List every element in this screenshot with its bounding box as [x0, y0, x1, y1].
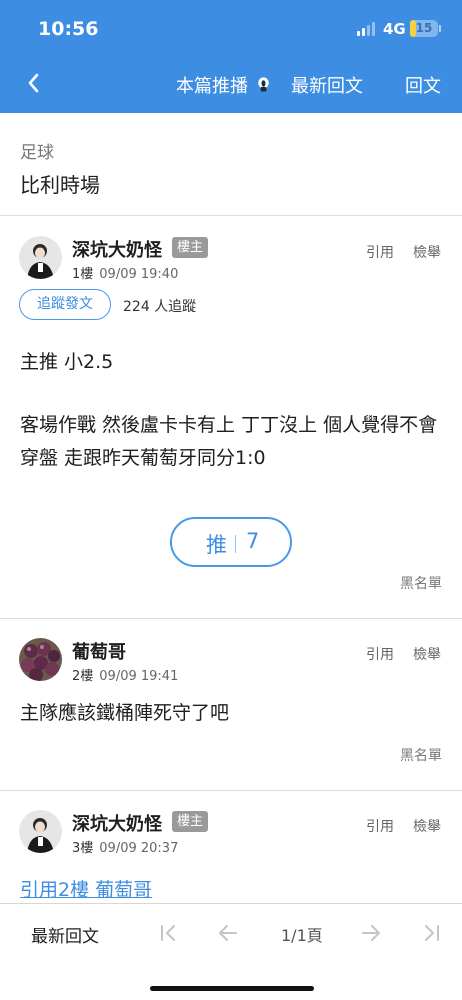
report-button[interactable]: 檢舉	[413, 816, 441, 836]
post-body-line1: 主推 小2.5	[20, 351, 114, 373]
last-page-icon[interactable]	[418, 921, 444, 945]
quote-button[interactable]: 引用	[366, 816, 394, 836]
post-meta: 3樓 09/09 20:37	[72, 837, 178, 856]
post-3: 深坑大奶怪 樓主 3樓 09/09 20:37 引用 檢舉 引用2樓 葡萄哥	[0, 790, 462, 903]
follow-posts-button[interactable]: 追蹤發文	[19, 289, 111, 320]
push-count: 7	[246, 529, 260, 553]
floor-number: 1樓	[72, 267, 94, 282]
op-badge: 樓主	[172, 237, 209, 258]
blacklist-button[interactable]: 黑名單	[400, 573, 442, 593]
prev-page-icon[interactable]	[215, 921, 241, 945]
quote-button[interactable]: 引用	[366, 644, 394, 664]
quoted-reply-link[interactable]: 引用2樓 葡萄哥	[20, 875, 152, 902]
post-2: 葡萄哥 2樓 09/09 19:41 引用 檢舉 主隊應該鐵桶陣死守了吧 黑名單	[0, 618, 462, 790]
thread-title: 比利時場	[20, 173, 100, 197]
floor-number: 2樓	[72, 669, 94, 684]
status-bar: 10:56 4G 15	[0, 0, 462, 58]
page-indicator[interactable]: 1/1頁	[281, 922, 323, 946]
app-header: 10:56 4G 15 本篇推播 最新回文 回文	[0, 0, 462, 113]
report-button[interactable]: 檢舉	[413, 242, 441, 262]
post-body-line2: 客場作戰 然後盧卡卡有上 丁丁沒上 個人覺得不會穿盤 走跟昨天葡萄牙同分1:0	[20, 414, 438, 469]
push-separator	[235, 535, 236, 553]
bottom-toolbar: 最新回文 1/1頁	[0, 903, 462, 1000]
reply-button[interactable]: 回文	[405, 72, 441, 98]
push-button[interactable]: 推 7	[170, 517, 292, 567]
battery-percent: 15	[415, 21, 433, 35]
follower-count: 224 人追蹤	[123, 299, 197, 315]
quote-button[interactable]: 引用	[366, 242, 394, 262]
status-time: 10:56	[38, 18, 99, 40]
blacklist-button[interactable]: 黑名單	[400, 745, 442, 765]
latest-replies-button[interactable]: 最新回文	[31, 922, 99, 947]
op-badge: 樓主	[172, 811, 209, 832]
push-label: 推	[206, 533, 227, 557]
author-name[interactable]: 深坑大奶怪	[72, 810, 162, 836]
battery-icon: 15	[410, 20, 438, 37]
signal-icon	[357, 22, 377, 36]
post-time: 09/09 19:40	[99, 267, 179, 282]
post-time: 09/09 19:41	[99, 669, 179, 684]
lightbulb-icon[interactable]	[257, 77, 270, 93]
recommend-button[interactable]: 本篇推播	[176, 72, 248, 98]
thread-content: 足球 比利時場 深坑大奶怪 樓主 1樓 09/09 19:40 引用 檢舉 追蹤發…	[0, 113, 462, 903]
floor-number: 3樓	[72, 841, 94, 856]
network-label: 4G	[383, 20, 406, 38]
avatar[interactable]	[19, 810, 62, 853]
board-name[interactable]: 足球	[20, 138, 54, 163]
chevron-left-icon[interactable]	[22, 70, 46, 96]
home-indicator[interactable]	[150, 986, 314, 991]
first-page-icon[interactable]	[156, 921, 182, 945]
post-meta: 1樓 09/09 19:40	[72, 263, 178, 282]
battery-nub	[439, 25, 441, 32]
post-body: 主隊應該鐵桶陣死守了吧	[20, 702, 230, 724]
author-name[interactable]: 深坑大奶怪	[72, 236, 162, 262]
report-button[interactable]: 檢舉	[413, 644, 441, 664]
latest-replies-button[interactable]: 最新回文	[291, 72, 363, 98]
author-name[interactable]: 葡萄哥	[72, 638, 126, 664]
avatar[interactable]	[19, 638, 62, 681]
nav-bar: 本篇推播 最新回文 回文	[0, 58, 462, 113]
post-meta: 2樓 09/09 19:41	[72, 665, 178, 684]
post-time: 09/09 20:37	[99, 841, 179, 856]
avatar[interactable]	[19, 236, 62, 279]
next-page-icon[interactable]	[358, 921, 384, 945]
